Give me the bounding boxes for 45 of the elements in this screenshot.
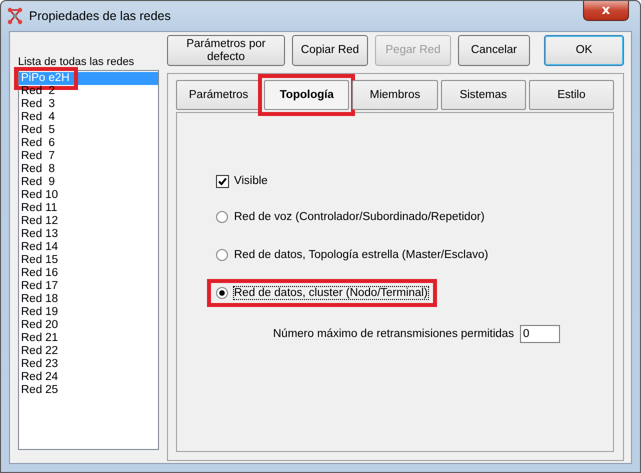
dialog-button[interactable]: OK [544, 35, 624, 66]
radio-label: Red de datos, cluster (Nodo/Terminal) [234, 287, 428, 299]
list-item[interactable]: Red 14 [19, 241, 158, 254]
list-item[interactable]: Red 7 [19, 150, 158, 163]
list-item[interactable]: Red 15 [19, 254, 158, 267]
tab[interactable]: Topología [264, 80, 350, 110]
list-item[interactable]: Red 13 [19, 228, 158, 241]
list-item[interactable]: Red 9 [19, 176, 158, 189]
list-item[interactable]: Red 11 [19, 202, 158, 215]
list-item[interactable]: Red 10 [19, 189, 158, 202]
input-field[interactable]: 0 [520, 325, 560, 343]
list-item[interactable]: Red 24 [19, 371, 158, 384]
radio-button[interactable] [216, 249, 228, 261]
list-item[interactable]: Red 20 [19, 319, 158, 332]
radio-button[interactable] [216, 211, 228, 223]
field-label: Número máximo de retransmisiones permitidas [273, 328, 514, 340]
list-item[interactable]: Red 17 [19, 280, 158, 293]
list-item[interactable]: Red 4 [19, 111, 158, 124]
tab[interactable]: Estilo [528, 80, 614, 110]
tab[interactable]: Sistemas [440, 80, 526, 110]
dialog-button[interactable]: Copiar Red [292, 35, 368, 66]
list-item[interactable]: Red 12 [19, 215, 158, 228]
radio-button[interactable] [216, 287, 228, 299]
list-item[interactable]: Red 22 [19, 345, 158, 358]
list-item[interactable]: Red 8 [19, 163, 158, 176]
list-item[interactable]: Red 21 [19, 332, 158, 345]
list-item[interactable]: Red 25 [19, 384, 158, 397]
window-title: Propiedades de las redes [29, 9, 171, 23]
checkbox-label: Visible [234, 175, 268, 187]
list-item[interactable]: Red 19 [19, 306, 158, 319]
list-item[interactable]: Red 18 [19, 293, 158, 306]
network-nodes-icon [7, 7, 23, 25]
list-item[interactable]: Red 23 [19, 358, 158, 371]
list-item[interactable]: Red 6 [19, 137, 158, 150]
list-item[interactable]: Red 3 [19, 98, 158, 111]
close-button[interactable]: x [583, 1, 629, 21]
dialog-button[interactable]: Cancelar [458, 35, 530, 66]
list-label: Lista de todas las redes [18, 55, 136, 70]
dialog-button[interactable]: Parámetros por defecto [167, 35, 285, 66]
checkbox[interactable] [216, 174, 229, 188]
radio-label: Red de voz (Controlador/Subordinado/Repetidor) [234, 211, 485, 223]
radio-label: Red de datos, Topología estrella (Master/Esclavo) [234, 249, 488, 261]
list-item[interactable]: Red 16 [19, 267, 158, 280]
tab[interactable]: Miembros [352, 80, 438, 110]
list-item[interactable]: Red 5 [19, 124, 158, 137]
